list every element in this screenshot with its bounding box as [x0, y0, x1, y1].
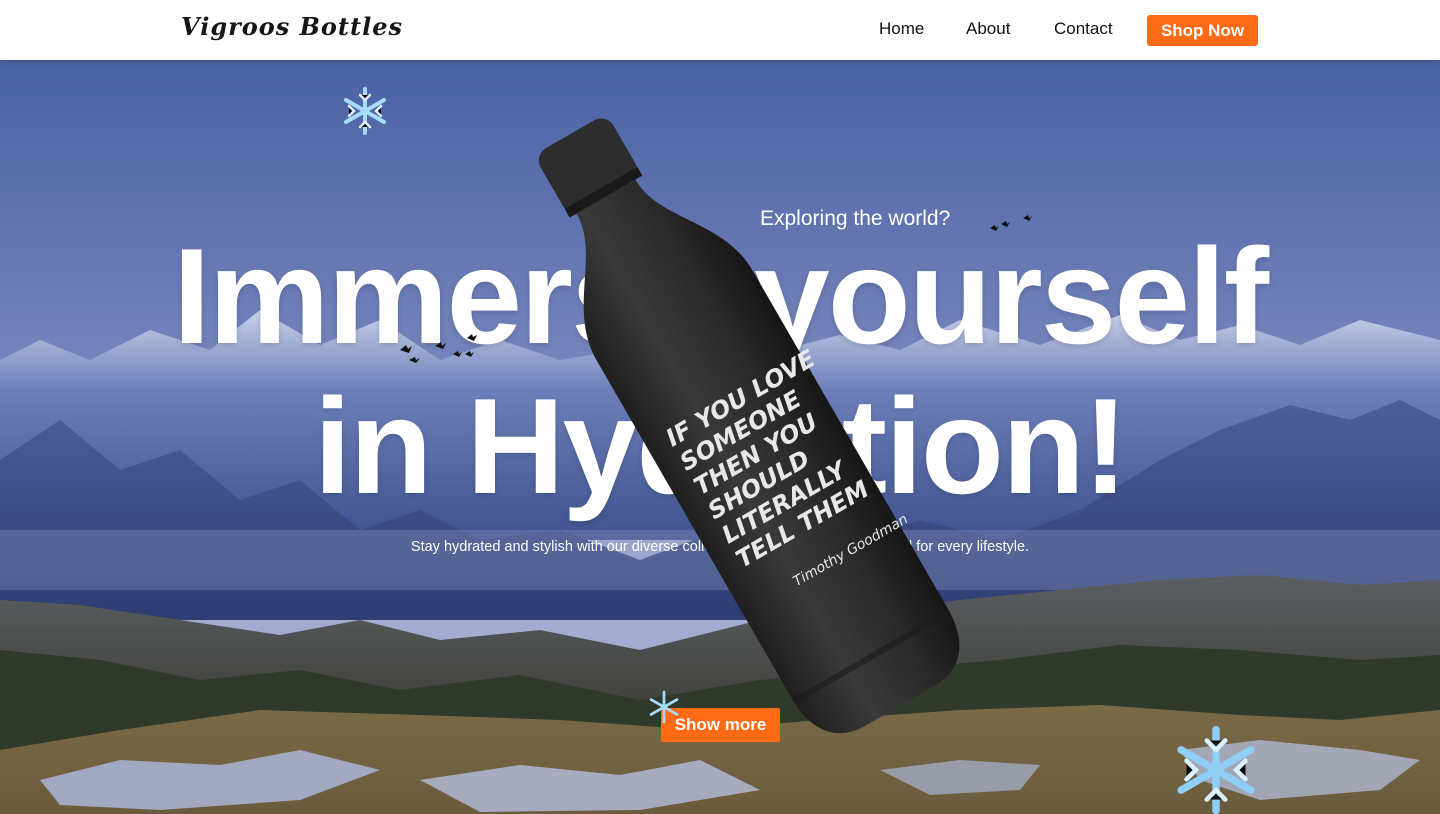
nav-about[interactable]: About	[966, 19, 1010, 39]
snowflake-icon	[344, 87, 386, 135]
bird-flock-icon	[400, 334, 477, 363]
snowflake-icon	[649, 690, 679, 724]
nav-home[interactable]: Home	[879, 19, 924, 39]
bird-flock-icon	[990, 215, 1032, 231]
shop-now-button[interactable]: Shop Now	[1147, 15, 1258, 46]
brand-logo[interactable]: Vigroos Bottles	[181, 12, 403, 41]
hero-section: Exploring the world? Immerse yourself in…	[0, 60, 1440, 814]
site-header: Vigroos Bottles Home About Contact Shop …	[0, 0, 1440, 60]
nav-contact[interactable]: Contact	[1054, 19, 1113, 39]
snowflake-icon	[1177, 725, 1255, 814]
water-bottle-image: IF YOU LOVE SOMEONE THEN YOU SHOULD LITE…	[538, 118, 960, 734]
